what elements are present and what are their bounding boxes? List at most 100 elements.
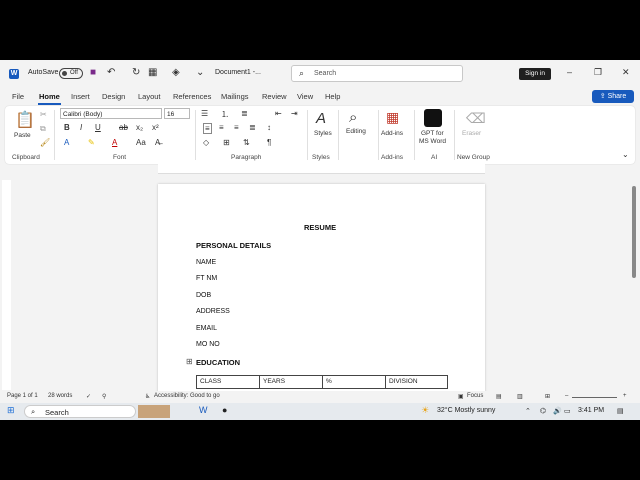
- tab-design[interactable]: Design: [102, 92, 125, 101]
- focus-icon[interactable]: ▣: [458, 393, 464, 400]
- styles-button[interactable]: Styles: [314, 130, 332, 137]
- multilevel-list-icon[interactable]: ≣: [241, 109, 248, 118]
- sort-icon[interactable]: ⇅: [243, 138, 250, 147]
- search-box[interactable]: ⌕ Search: [291, 65, 463, 82]
- customize-qat-icon[interactable]: ⌄: [196, 67, 204, 78]
- editing-button[interactable]: Editing: [346, 128, 366, 135]
- font-name-box[interactable]: Calibri (Body): [60, 108, 162, 119]
- clock[interactable]: 3:41 PM: [578, 407, 604, 414]
- subscript-icon[interactable]: x₂: [136, 123, 143, 132]
- font-size-box[interactable]: 16: [164, 108, 190, 119]
- web-layout-icon[interactable]: ⊞: [545, 393, 550, 400]
- weather-text[interactable]: 32°C Mostly sunny: [437, 407, 495, 414]
- app-taskbar-icon[interactable]: ●: [222, 405, 227, 415]
- clear-format-icon[interactable]: A̶: [155, 138, 160, 147]
- bold-icon[interactable]: B: [64, 123, 70, 132]
- vertical-ruler[interactable]: [2, 180, 11, 390]
- numbering-icon[interactable]: ⒈: [221, 109, 229, 120]
- redo-icon[interactable]: ↻: [132, 67, 140, 78]
- cut-icon[interactable]: ✂: [40, 110, 47, 119]
- table-header-cell[interactable]: YEARS: [260, 376, 323, 389]
- layout-icon[interactable]: ▦: [148, 67, 157, 78]
- sign-in-button[interactable]: Sign in: [519, 68, 551, 80]
- autosave-toggle[interactable]: Off: [59, 68, 83, 79]
- gpt-button-line1[interactable]: GPT for: [421, 130, 444, 137]
- zoom-slider[interactable]: [572, 397, 617, 398]
- underline-icon[interactable]: U: [95, 123, 101, 132]
- editing-icon[interactable]: ⌕: [349, 109, 357, 126]
- align-right-icon[interactable]: ≡: [234, 123, 239, 132]
- tab-view[interactable]: View: [297, 92, 313, 101]
- horizontal-ruler[interactable]: [158, 164, 485, 174]
- tab-help[interactable]: Help: [325, 92, 340, 101]
- increase-indent-icon[interactable]: ⇥: [291, 109, 298, 118]
- word-count[interactable]: 28 words: [48, 393, 72, 399]
- gpt-button-line2[interactable]: MS Word: [419, 138, 446, 145]
- word-taskbar-icon[interactable]: W: [199, 405, 208, 415]
- change-case-icon[interactable]: Aa: [136, 138, 146, 147]
- align-left-icon[interactable]: ≡: [203, 123, 212, 134]
- network-icon[interactable]: ⌬: [540, 407, 546, 415]
- print-layout-icon[interactable]: ▥: [517, 393, 523, 400]
- read-mode-icon[interactable]: ▤: [496, 393, 502, 400]
- tab-layout[interactable]: Layout: [138, 92, 161, 101]
- table-header-cell[interactable]: %: [323, 376, 386, 389]
- volume-icon[interactable]: 🔊: [553, 407, 562, 415]
- decrease-indent-icon[interactable]: ⇤: [275, 109, 282, 118]
- add-ins-button[interactable]: Add-ins: [381, 130, 403, 137]
- scrollbar-thumb[interactable]: [632, 186, 636, 278]
- text-predictions-icon[interactable]: ⚲: [102, 393, 106, 400]
- accessibility-icon[interactable]: ♿: [145, 393, 150, 400]
- close-icon[interactable]: ✕: [622, 67, 630, 78]
- show-marks-icon[interactable]: ¶: [267, 138, 271, 147]
- accessibility-status[interactable]: Accessibility: Good to go: [154, 393, 220, 399]
- italic-icon[interactable]: I: [80, 123, 82, 132]
- proofing-icon[interactable]: ✓: [86, 393, 91, 400]
- zoom-in-icon[interactable]: +: [623, 393, 627, 399]
- highlight-icon[interactable]: ✎: [88, 138, 95, 147]
- taskbar-search[interactable]: ⌕ Search: [24, 405, 136, 418]
- align-center-icon[interactable]: ≡: [219, 123, 224, 132]
- tab-review[interactable]: Review: [262, 92, 287, 101]
- font-color-icon[interactable]: A: [112, 138, 117, 147]
- tab-file[interactable]: File: [12, 92, 24, 101]
- share-button[interactable]: ⇪ Share: [592, 90, 634, 103]
- undo-icon[interactable]: ↶: [107, 67, 115, 78]
- page-count[interactable]: Page 1 of 1: [7, 393, 38, 399]
- vertical-scrollbar[interactable]: [630, 176, 638, 394]
- table-header-cell[interactable]: DIVISION: [386, 376, 447, 389]
- bullets-icon[interactable]: ☰: [201, 109, 208, 118]
- battery-icon[interactable]: ▭: [564, 407, 571, 415]
- shading-icon[interactable]: ◇: [203, 138, 209, 147]
- gpt-icon[interactable]: [424, 109, 442, 127]
- table-header-cell[interactable]: CLASS: [197, 376, 260, 389]
- format-painter-icon[interactable]: 🖌: [40, 138, 50, 147]
- eraser-button[interactable]: Eraser: [462, 130, 481, 137]
- focus-button[interactable]: Focus: [467, 393, 483, 399]
- zoom-out-icon[interactable]: –: [565, 393, 568, 399]
- tab-references[interactable]: References: [173, 92, 211, 101]
- save-icon[interactable]: ■: [90, 67, 96, 78]
- add-ins-icon[interactable]: ▦: [386, 109, 399, 126]
- minimize-icon[interactable]: –: [567, 67, 572, 77]
- tray-chevron-icon[interactable]: ⌃: [525, 407, 531, 415]
- tab-insert[interactable]: Insert: [71, 92, 90, 101]
- windows-start-icon[interactable]: ⊞: [7, 405, 15, 416]
- eraser-icon[interactable]: ⌫: [466, 110, 486, 127]
- format-icon[interactable]: ◈: [172, 67, 180, 78]
- copy-icon[interactable]: ⧉: [40, 124, 46, 134]
- restore-icon[interactable]: ❐: [594, 67, 602, 78]
- styles-icon[interactable]: A: [316, 110, 326, 127]
- strikethrough-icon[interactable]: ab: [119, 123, 128, 132]
- text-effects-icon[interactable]: A: [64, 138, 69, 147]
- document-page[interactable]: RESUME PERSONAL DETAILS NAME FT NM DOB A…: [158, 184, 485, 394]
- borders-icon[interactable]: ⊞: [223, 138, 230, 147]
- table-move-handle-icon[interactable]: ⊞: [186, 357, 193, 366]
- line-spacing-icon[interactable]: ↕: [267, 123, 271, 132]
- notification-icon[interactable]: ▤: [617, 407, 624, 415]
- tab-home[interactable]: Home: [39, 92, 60, 101]
- search-highlights-icon[interactable]: [138, 405, 170, 418]
- justify-icon[interactable]: ≣: [249, 123, 256, 132]
- education-table[interactable]: CLASS YEARS % DIVISION: [196, 375, 448, 389]
- tab-mailings[interactable]: Mailings: [221, 92, 249, 101]
